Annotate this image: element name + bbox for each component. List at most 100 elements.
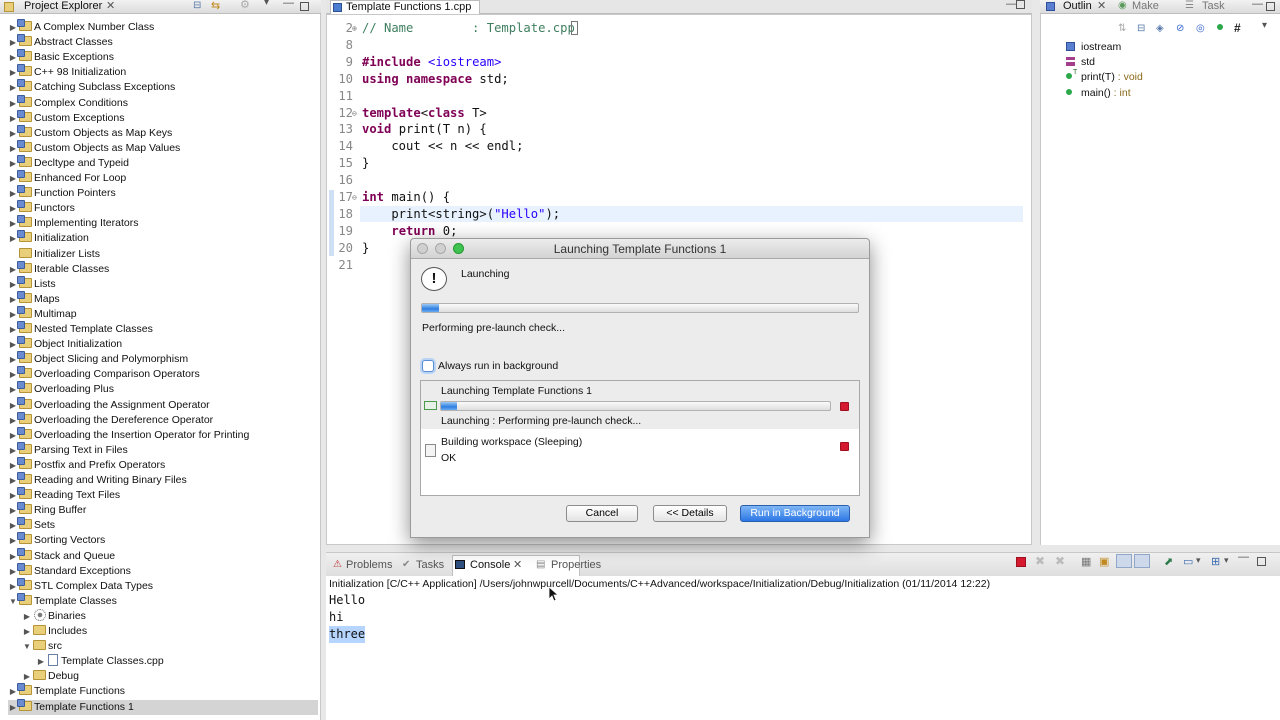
scroll-lock-icon[interactable]: ▣	[1099, 555, 1109, 568]
tree-item[interactable]: ▶ Stack and Queue	[8, 547, 318, 564]
hide-macros-icon[interactable]: #	[1234, 21, 1241, 35]
maximize-view-icon[interactable]	[300, 2, 309, 11]
tree-item[interactable]: ▶ Debug	[8, 669, 318, 684]
details-button[interactable]: << Details	[653, 505, 727, 522]
maximize-editor-icon[interactable]	[1016, 0, 1025, 9]
close-outline-icon[interactable]: ✕	[1097, 0, 1106, 12]
sort-icon[interactable]: ⇅	[1118, 23, 1126, 34]
close-view-icon[interactable]: ✕	[106, 0, 115, 12]
tree-item[interactable]: ▶ Initialization	[8, 230, 318, 246]
tree-item[interactable]: ▶ Ring Buffer	[8, 502, 318, 518]
collapse-all-icon[interactable]: ⊟	[1137, 23, 1145, 34]
hide-members-icon[interactable]	[1217, 24, 1223, 30]
hide-nonpublic-icon[interactable]: ◎	[1196, 23, 1205, 34]
tree-item[interactable]: ▶ Overloading Plus	[8, 381, 318, 397]
outline-item[interactable]: main() : int	[1066, 86, 1131, 101]
tree-item[interactable]: ▶ Implementing Iterators	[8, 215, 318, 231]
tree-item[interactable]: ▶ Object Slicing and Polymorphism	[8, 351, 318, 367]
console-view[interactable]	[326, 576, 1280, 720]
always-background-checkbox[interactable]	[422, 360, 434, 372]
tree-item[interactable]: ▶ Template Functions	[8, 683, 318, 699]
fold-marker-icon[interactable]: ⊕	[352, 20, 357, 37]
tree-item[interactable]: ▶ Parsing Text in Files	[8, 441, 318, 458]
expand-arrow-icon[interactable]: ▶	[22, 609, 32, 624]
expand-arrow-icon[interactable]: ▶	[22, 624, 32, 639]
tab-properties[interactable]: Properties	[551, 559, 601, 572]
tree-item[interactable]: ▶ Overloading Comparison Operators	[8, 366, 318, 382]
tree-item[interactable]: ▶ A Complex Number Class	[8, 19, 318, 35]
pin-console-icon[interactable]: ⬈	[1164, 555, 1173, 568]
tab-make[interactable]: Make	[1132, 0, 1159, 13]
close-console-icon[interactable]: ✕	[513, 558, 522, 571]
stop-job-icon[interactable]	[840, 402, 849, 411]
close-window-button[interactable]	[417, 243, 428, 254]
show-stdout-icon[interactable]	[1116, 554, 1132, 568]
tree-item[interactable]: ▶ Includes	[8, 624, 318, 639]
outline-menu-icon[interactable]: ▾	[1262, 20, 1267, 31]
tree-item[interactable]: ▶ Object Initialization	[8, 336, 318, 352]
tree-item[interactable]: ▶ Sets	[8, 517, 318, 533]
tree-item[interactable]: ▶ Standard Exceptions	[8, 562, 318, 579]
filter-icon[interactable]: ⚙	[240, 0, 250, 11]
minimize-outline-icon[interactable]: —	[1252, 0, 1263, 10]
tree-item[interactable]: ▶ Complex Conditions	[8, 94, 318, 111]
tree-item[interactable]: ▶ Functors	[8, 200, 318, 216]
tree-item[interactable]: ▶ Custom Exceptions	[8, 109, 318, 126]
outline-item[interactable]: iostream	[1066, 40, 1121, 55]
collapse-all-icon[interactable]: ⊟	[193, 0, 201, 11]
tree-item[interactable]: ▶ STL Complex Data Types	[8, 577, 318, 594]
tree-item[interactable]: ▶ Custom Objects as Map Keys	[8, 124, 318, 141]
expand-arrow-icon[interactable]: ▶	[36, 654, 46, 669]
fold-marker-icon[interactable]: ⊖	[352, 105, 357, 122]
stop-job-icon[interactable]	[840, 442, 849, 451]
link-with-editor-icon[interactable]: ⇆	[211, 0, 220, 12]
zoom-window-button[interactable]	[453, 243, 464, 254]
tree-item[interactable]: ▶ Template Functions 1	[8, 698, 318, 715]
tree-item[interactable]: ▶ Overloading the Insertion Operator for …	[8, 426, 318, 443]
collapse-arrow-icon[interactable]: ▼	[22, 639, 32, 654]
tab-task[interactable]: Task	[1202, 0, 1225, 13]
minimize-view-icon[interactable]: —	[283, 0, 294, 9]
minimize-window-button[interactable]	[435, 243, 446, 254]
tree-item[interactable]: ▶ Basic Exceptions	[8, 49, 318, 65]
remove-launch-icon[interactable]: ✖	[1035, 554, 1045, 568]
tab-outline[interactable]: Outlin	[1063, 0, 1092, 13]
tree-item[interactable]: ▶ Iterable Classes	[8, 260, 318, 277]
tree-item[interactable]: ▶ Postfix and Prefix Operators	[8, 456, 318, 473]
outline-item[interactable]: Tprint(T) : void	[1066, 69, 1143, 85]
display-console-menu-icon[interactable]: ▾	[1196, 555, 1201, 566]
fold-marker-icon[interactable]: ⊖	[352, 189, 357, 206]
tree-item[interactable]: Initializer Lists	[8, 247, 318, 262]
show-stderr-icon[interactable]	[1134, 554, 1150, 568]
clear-console-icon[interactable]: ▦	[1081, 555, 1091, 568]
tree-item[interactable]: ▶ Lists	[8, 275, 318, 292]
hide-fields-icon[interactable]: ◈	[1156, 23, 1164, 34]
tree-item[interactable]: ▶ Sorting Vectors	[8, 532, 318, 548]
tree-item[interactable]: ▶ Template Classes.cpp	[8, 654, 318, 669]
tree-item[interactable]: ▶ Multimap	[8, 305, 318, 322]
cancel-button[interactable]: Cancel	[566, 505, 638, 522]
tree-item[interactable]: ▼ Template Classes	[8, 592, 318, 609]
open-console-icon[interactable]: ⊞	[1211, 555, 1220, 568]
open-console-menu-icon[interactable]: ▾	[1224, 555, 1229, 566]
editor-tab-template-functions-1[interactable]: Template Functions 1.cpp	[330, 0, 480, 14]
tree-item[interactable]: ▶ Nested Template Classes	[8, 321, 318, 337]
tree-item[interactable]: ▶ Overloading the Dereference Operator	[8, 411, 318, 428]
tree-item[interactable]: ▶ Reading Text Files	[8, 487, 318, 503]
maximize-outline-icon[interactable]	[1266, 2, 1275, 11]
tree-item[interactable]: ▶ Maps	[8, 290, 318, 307]
remove-all-icon[interactable]: ✖	[1055, 554, 1065, 568]
minimize-console-icon[interactable]: —	[1238, 551, 1249, 563]
tab-tasks[interactable]: Tasks	[416, 559, 444, 572]
view-menu-icon[interactable]: ▾	[264, 0, 269, 8]
tree-item[interactable]: ▶ Abstract Classes	[8, 34, 318, 50]
tree-item[interactable]: ▶ Decltype and Typeid	[8, 154, 318, 171]
outline-item[interactable]: std	[1066, 55, 1095, 70]
tree-item[interactable]: ▶ Reading and Writing Binary Files	[8, 472, 318, 488]
tree-item[interactable]: ▶ Function Pointers	[8, 185, 318, 201]
tree-item[interactable]: ▶ Custom Objects as Map Values	[8, 139, 318, 156]
expand-arrow-icon[interactable]: ▶	[22, 669, 32, 684]
tab-problems[interactable]: Problems	[346, 559, 392, 572]
hide-static-icon[interactable]: ⊘	[1176, 23, 1184, 34]
tree-item[interactable]: ▶ Catching Subclass Exceptions	[8, 79, 318, 95]
